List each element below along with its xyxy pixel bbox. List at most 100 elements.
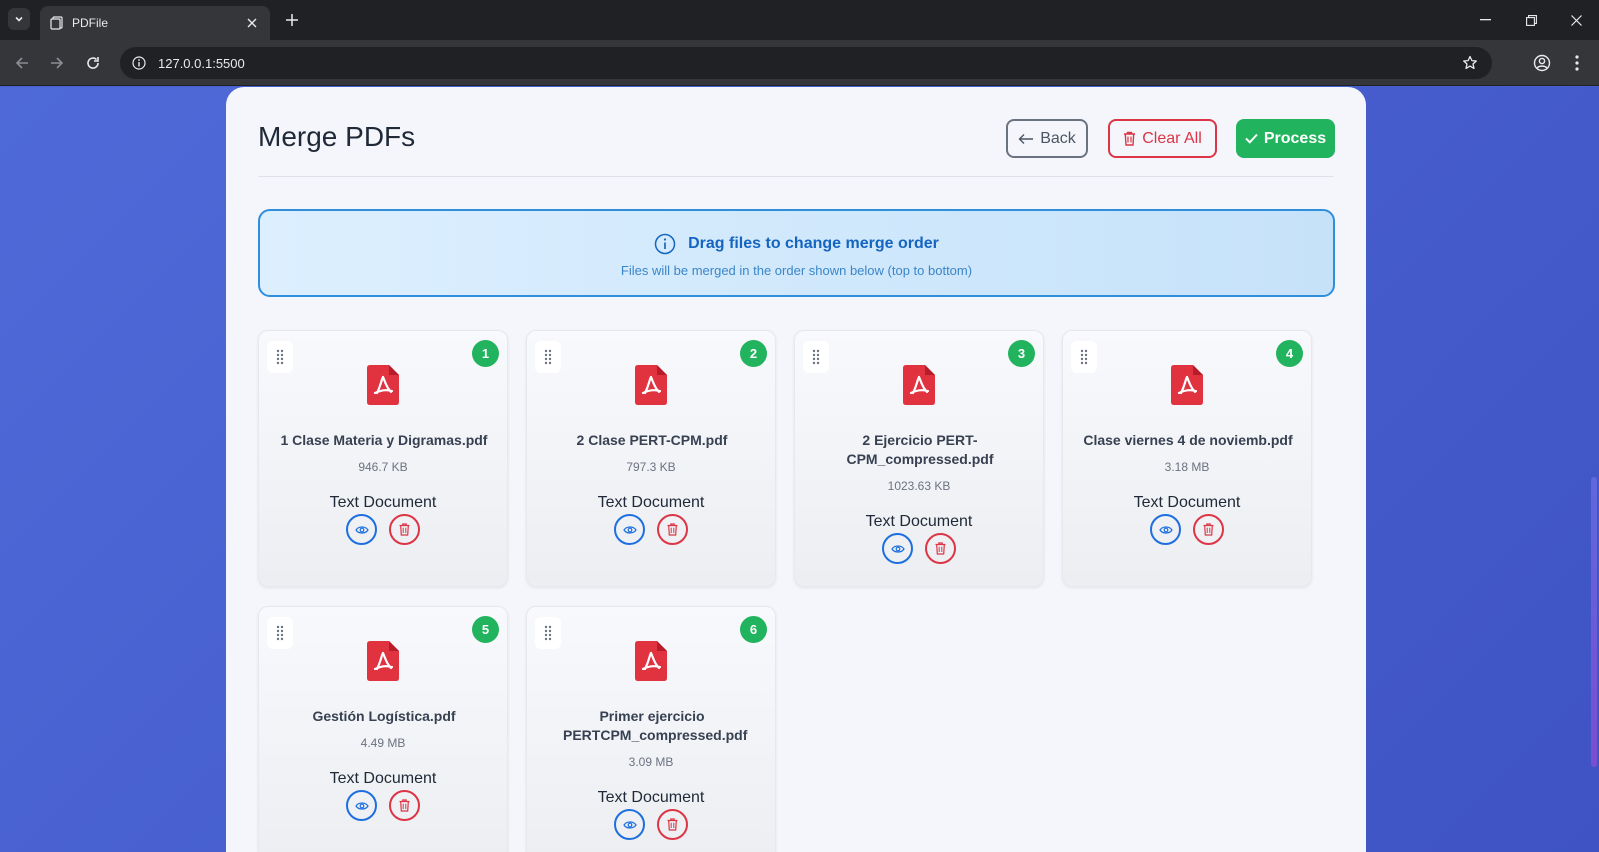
window-close-icon[interactable] [1553,0,1599,40]
trash-icon [1203,523,1214,536]
file-size: 3.09 MB [628,755,674,769]
order-badge: 2 [740,340,767,367]
file-size: 1023.63 KB [887,479,951,493]
preview-button[interactable] [614,514,645,545]
page-title: Merge PDFs [258,121,416,152]
file-type: Text Document [329,494,437,511]
file-size: 946.7 KB [358,460,408,474]
order-badge: 5 [472,616,499,643]
pdf-file-icon [367,641,399,681]
file-name: Gestión Logística.pdf [312,708,456,724]
trash-icon [1124,131,1136,146]
file-name: 2 Clase PERT-CPM.pdf [576,432,728,448]
arrow-left-icon [1018,133,1034,144]
eye-icon [622,525,637,534]
check-icon [1245,133,1258,144]
file-type: Text Document [865,513,973,530]
file-card[interactable]: 2 2 Clase PERT-CPM.pdf 797.3 KB Text Doc… [526,330,776,587]
document-icon [50,16,64,30]
site-info-icon[interactable] [132,56,146,70]
order-badge: 3 [1008,340,1035,367]
file-size: 3.18 MB [1164,460,1210,474]
merge-panel: Merge PDFs Back Clear All Process Drag f… [226,87,1366,852]
pdf-file-icon [367,365,399,405]
remove-file-button[interactable] [657,809,688,840]
eye-icon [354,525,369,534]
file-name: 2 Ejercicio PERT-CPM_compressed.pdf [846,432,994,467]
file-type: Text Document [329,770,437,787]
eye-icon [622,820,637,829]
profile-icon[interactable] [1530,51,1554,75]
url-field[interactable]: 127.0.0.1:5500 [120,47,1492,79]
minimize-icon[interactable] [1462,0,1508,40]
preview-button[interactable] [882,533,913,564]
process-button[interactable]: Process [1236,119,1335,158]
drag-handle-icon[interactable] [535,341,561,373]
remove-file-button[interactable] [1193,514,1224,545]
address-bar-row: 127.0.0.1:5500 [0,40,1599,86]
trash-icon [667,818,678,831]
clear-all-label: Clear All [1142,129,1202,147]
scrollbar-thumb[interactable] [1591,477,1597,767]
browser-tab[interactable]: PDFile [40,6,270,40]
remove-file-button[interactable] [389,790,420,821]
info-circle-icon [654,233,676,255]
clear-all-button[interactable]: Clear All [1108,119,1217,158]
preview-button[interactable] [346,790,377,821]
bookmark-star-icon[interactable] [1462,55,1478,71]
order-badge: 4 [1276,340,1303,367]
tab-title: PDFile [72,16,109,30]
eye-icon [890,544,905,553]
preview-button[interactable] [346,514,377,545]
drag-handle-icon[interactable] [803,341,829,373]
back-button-label: Back [1040,129,1076,147]
drag-handle-icon[interactable] [267,341,293,373]
eye-icon [354,801,369,810]
forward-arrow-icon[interactable] [45,51,69,75]
url-text: 127.0.0.1:5500 [158,55,245,71]
pdf-file-icon [635,365,667,405]
new-tab-icon[interactable] [282,10,302,30]
back-button[interactable]: Back [1006,119,1088,158]
file-card[interactable]: 3 2 Ejercicio PERT-CPM_compressed.pdf 10… [794,330,1044,587]
file-card[interactable]: 6 Primer ejercicio PERTCPM_compressed.pd… [526,606,776,852]
file-card[interactable]: 4 Clase viernes 4 de noviemb.pdf 3.18 MB… [1062,330,1312,587]
remove-file-button[interactable] [925,533,956,564]
pdf-file-icon [1171,365,1203,405]
file-type: Text Document [1133,494,1241,511]
back-arrow-icon[interactable] [10,51,34,75]
info-subtext: Files will be merged in the order shown … [620,263,973,278]
file-card[interactable]: 1 1 Clase Materia y Digramas.pdf 946.7 K… [258,330,508,587]
file-name: Clase viernes 4 de noviemb.pdf [1083,432,1293,448]
process-label: Process [1263,129,1327,147]
file-name: 1 Clase Materia y Digramas.pdf [280,432,488,448]
drag-handle-icon[interactable] [1071,341,1097,373]
preview-button[interactable] [1150,514,1181,545]
trash-icon [399,523,410,536]
pdf-file-icon [635,641,667,681]
trash-icon [935,542,946,555]
file-type: Text Document [597,789,705,806]
chevron-down-icon [15,16,23,22]
remove-file-button[interactable] [389,514,420,545]
reload-icon[interactable] [81,51,105,75]
remove-file-button[interactable] [657,514,688,545]
restore-icon[interactable] [1508,0,1554,40]
more-menu-icon[interactable] [1565,51,1589,75]
file-name: Primer ejercicio PERTCPM_compressed.pdf [563,708,748,743]
file-card[interactable]: 5 Gestión Logística.pdf 4.49 MB Text Doc… [258,606,508,852]
drag-handle-icon[interactable] [267,617,293,649]
close-tab-icon[interactable] [244,15,260,31]
order-badge: 1 [472,340,499,367]
browser-tab-bar: PDFile [0,0,1599,40]
preview-button[interactable] [614,809,645,840]
panel-header: Merge PDFs Back Clear All Process [258,87,1335,177]
drag-handle-icon[interactable] [535,617,561,649]
file-size: 4.49 MB [360,736,406,750]
page-viewport: Merge PDFs Back Clear All Process Drag f… [0,87,1599,852]
trash-icon [667,523,678,536]
pdf-file-icon [903,365,935,405]
tab-search-button[interactable] [8,8,30,30]
trash-icon [399,799,410,812]
merge-order-info: Drag files to change merge order Files w… [258,209,1335,297]
